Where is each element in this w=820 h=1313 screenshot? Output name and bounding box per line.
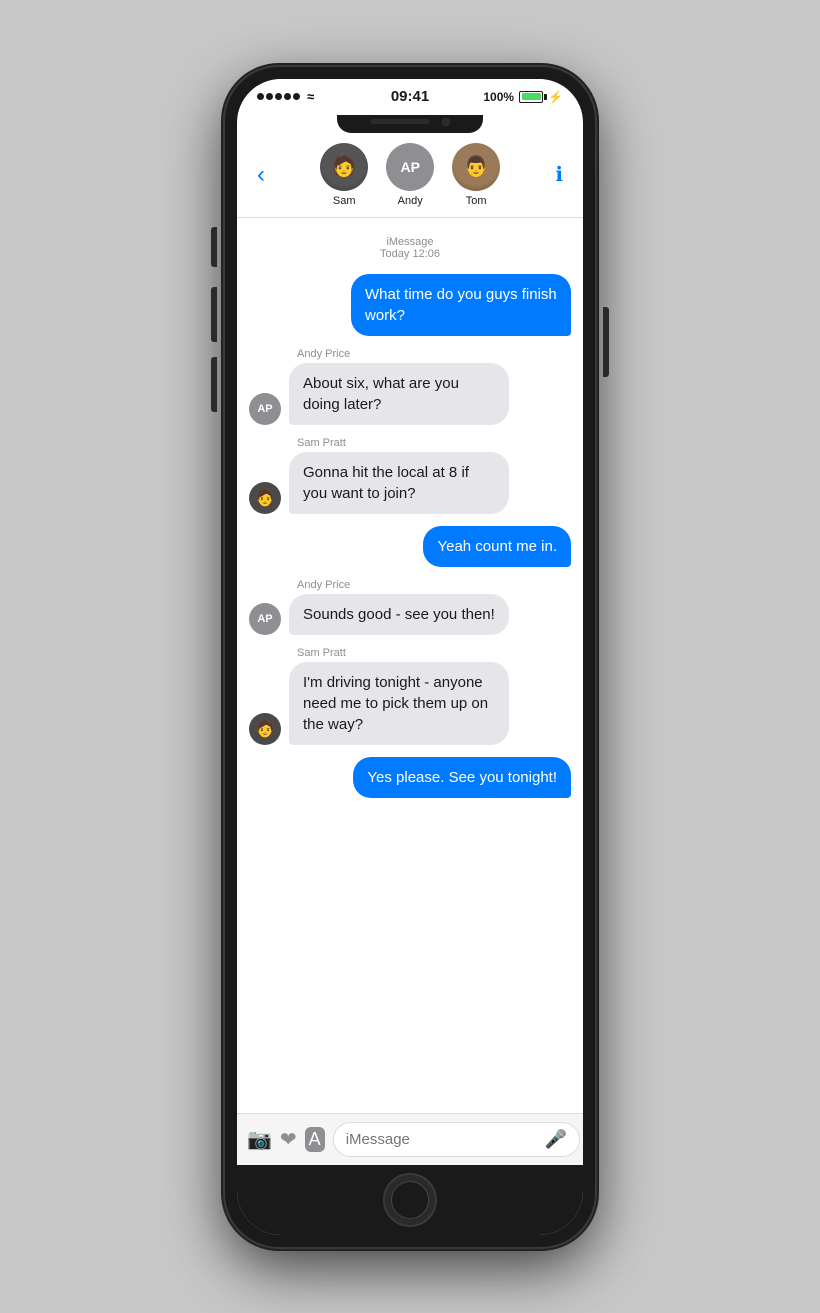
camera-button[interactable]: 📷 <box>247 1127 272 1152</box>
signal-dot-3 <box>275 93 282 100</box>
message-group-6: Sam Pratt 🧑 I'm driving tonight - anyone… <box>249 647 571 745</box>
message-row-2: AP About six, what are you doing later? <box>249 363 571 425</box>
message-group-2: Andy Price AP About six, what are you do… <box>249 348 571 425</box>
signal-dot-1 <box>257 93 264 100</box>
camera-lens <box>442 118 450 126</box>
message-group-4: Yeah count me in. <box>249 526 571 567</box>
message-group-7: Yes please. See you tonight! <box>249 757 571 798</box>
message-row-5: AP Sounds good - see you then! <box>249 594 571 635</box>
avatar-tom: 👨 <box>452 143 500 191</box>
message-avatar-sam-3: 🧑 <box>249 482 281 514</box>
message-avatar-andy-2: AP <box>249 393 281 425</box>
status-bar: ≈ 09:41 100% ⚡ <box>237 79 583 115</box>
battery-indicator: 100% ⚡ <box>483 90 563 104</box>
input-bar: 📷 ❤ A 🎤 <box>237 1113 583 1165</box>
avatar-sam: 🧑 <box>320 143 368 191</box>
message-input[interactable] <box>346 1131 545 1148</box>
speaker <box>370 119 430 124</box>
group-contacts: 🧑 Sam AP Andy 👨 Tom <box>273 143 547 207</box>
contact-andy-name: Andy <box>398 195 423 207</box>
message-group-3: Sam Pratt 🧑 Gonna hit the local at 8 if … <box>249 437 571 514</box>
contact-tom[interactable]: 👨 Tom <box>452 143 500 207</box>
battery-icon <box>519 91 543 103</box>
message-group-1: What time do you guys finish work? <box>249 274 571 336</box>
sender-name-2: Andy Price <box>297 348 571 360</box>
avatar-andy-5-initials: AP <box>257 613 272 625</box>
lightning-icon: ⚡ <box>548 90 563 104</box>
signal-dot-2 <box>266 93 273 100</box>
signal-dot-5 <box>293 93 300 100</box>
message-row-1: What time do you guys finish work? <box>249 274 571 336</box>
message-avatar-sam-6: 🧑 <box>249 713 281 745</box>
message-input-wrap[interactable]: 🎤 <box>333 1122 580 1157</box>
home-button-inner <box>391 1181 429 1219</box>
avatar-andy-initials: AP <box>400 159 419 175</box>
battery-percent: 100% <box>483 90 514 104</box>
bubble-7: Yes please. See you tonight! <box>353 757 571 798</box>
avatar-andy-2-initials: AP <box>257 403 272 415</box>
sender-name-6: Sam Pratt <box>297 647 571 659</box>
battery-fill <box>522 93 541 100</box>
contact-sam[interactable]: 🧑 Sam <box>320 143 368 207</box>
bubble-1: What time do you guys finish work? <box>351 274 571 336</box>
message-group-5: Andy Price AP Sounds good - see you then… <box>249 579 571 635</box>
bubble-3: Gonna hit the local at 8 if you want to … <box>289 452 509 514</box>
navigation-bar: ‹ 🧑 Sam AP Andy 👨 <box>237 135 583 218</box>
home-area <box>237 1165 583 1235</box>
clock: 09:41 <box>391 88 429 105</box>
message-row-3: 🧑 Gonna hit the local at 8 if you want t… <box>249 452 571 514</box>
status-bar-left: ≈ <box>257 89 314 104</box>
info-button[interactable]: ℹ <box>547 162 571 187</box>
power-button[interactable] <box>603 307 609 377</box>
avatar-andy: AP <box>386 143 434 191</box>
volume-up-button[interactable] <box>211 287 217 342</box>
volume-down-button[interactable] <box>211 357 217 412</box>
appstore-button[interactable]: A <box>305 1127 325 1152</box>
message-avatar-andy-5: AP <box>249 603 281 635</box>
phone-frame: ≈ 09:41 100% ⚡ ‹ <box>225 67 595 1247</box>
signal-dot-4 <box>284 93 291 100</box>
heart-button[interactable]: ❤ <box>280 1127 297 1152</box>
battery-body <box>519 91 543 103</box>
contact-sam-name: Sam <box>333 195 356 207</box>
chat-messages: iMessageToday 12:06 What time do you guy… <box>237 218 583 1113</box>
contact-tom-name: Tom <box>466 195 487 207</box>
bubble-2: About six, what are you doing later? <box>289 363 509 425</box>
timestamp-text: iMessageToday 12:06 <box>380 236 440 260</box>
message-row-7: Yes please. See you tonight! <box>249 757 571 798</box>
bubble-4: Yeah count me in. <box>423 526 571 567</box>
wifi-icon: ≈ <box>307 89 314 104</box>
message-row-6: 🧑 I'm driving tonight - anyone need me t… <box>249 662 571 745</box>
back-button[interactable]: ‹ <box>249 163 273 187</box>
sender-name-3: Sam Pratt <box>297 437 571 449</box>
message-row-4: Yeah count me in. <box>249 526 571 567</box>
phone-screen: ≈ 09:41 100% ⚡ ‹ <box>237 79 583 1235</box>
chat-timestamp: iMessageToday 12:06 <box>249 236 571 260</box>
signal-indicator <box>257 93 300 100</box>
contact-andy[interactable]: AP Andy <box>386 143 434 207</box>
bubble-5: Sounds good - see you then! <box>289 594 509 635</box>
sender-name-5: Andy Price <box>297 579 571 591</box>
bubble-6: I'm driving tonight - anyone need me to … <box>289 662 509 745</box>
mic-icon[interactable]: 🎤 <box>545 1129 567 1150</box>
home-button[interactable] <box>383 1173 437 1227</box>
